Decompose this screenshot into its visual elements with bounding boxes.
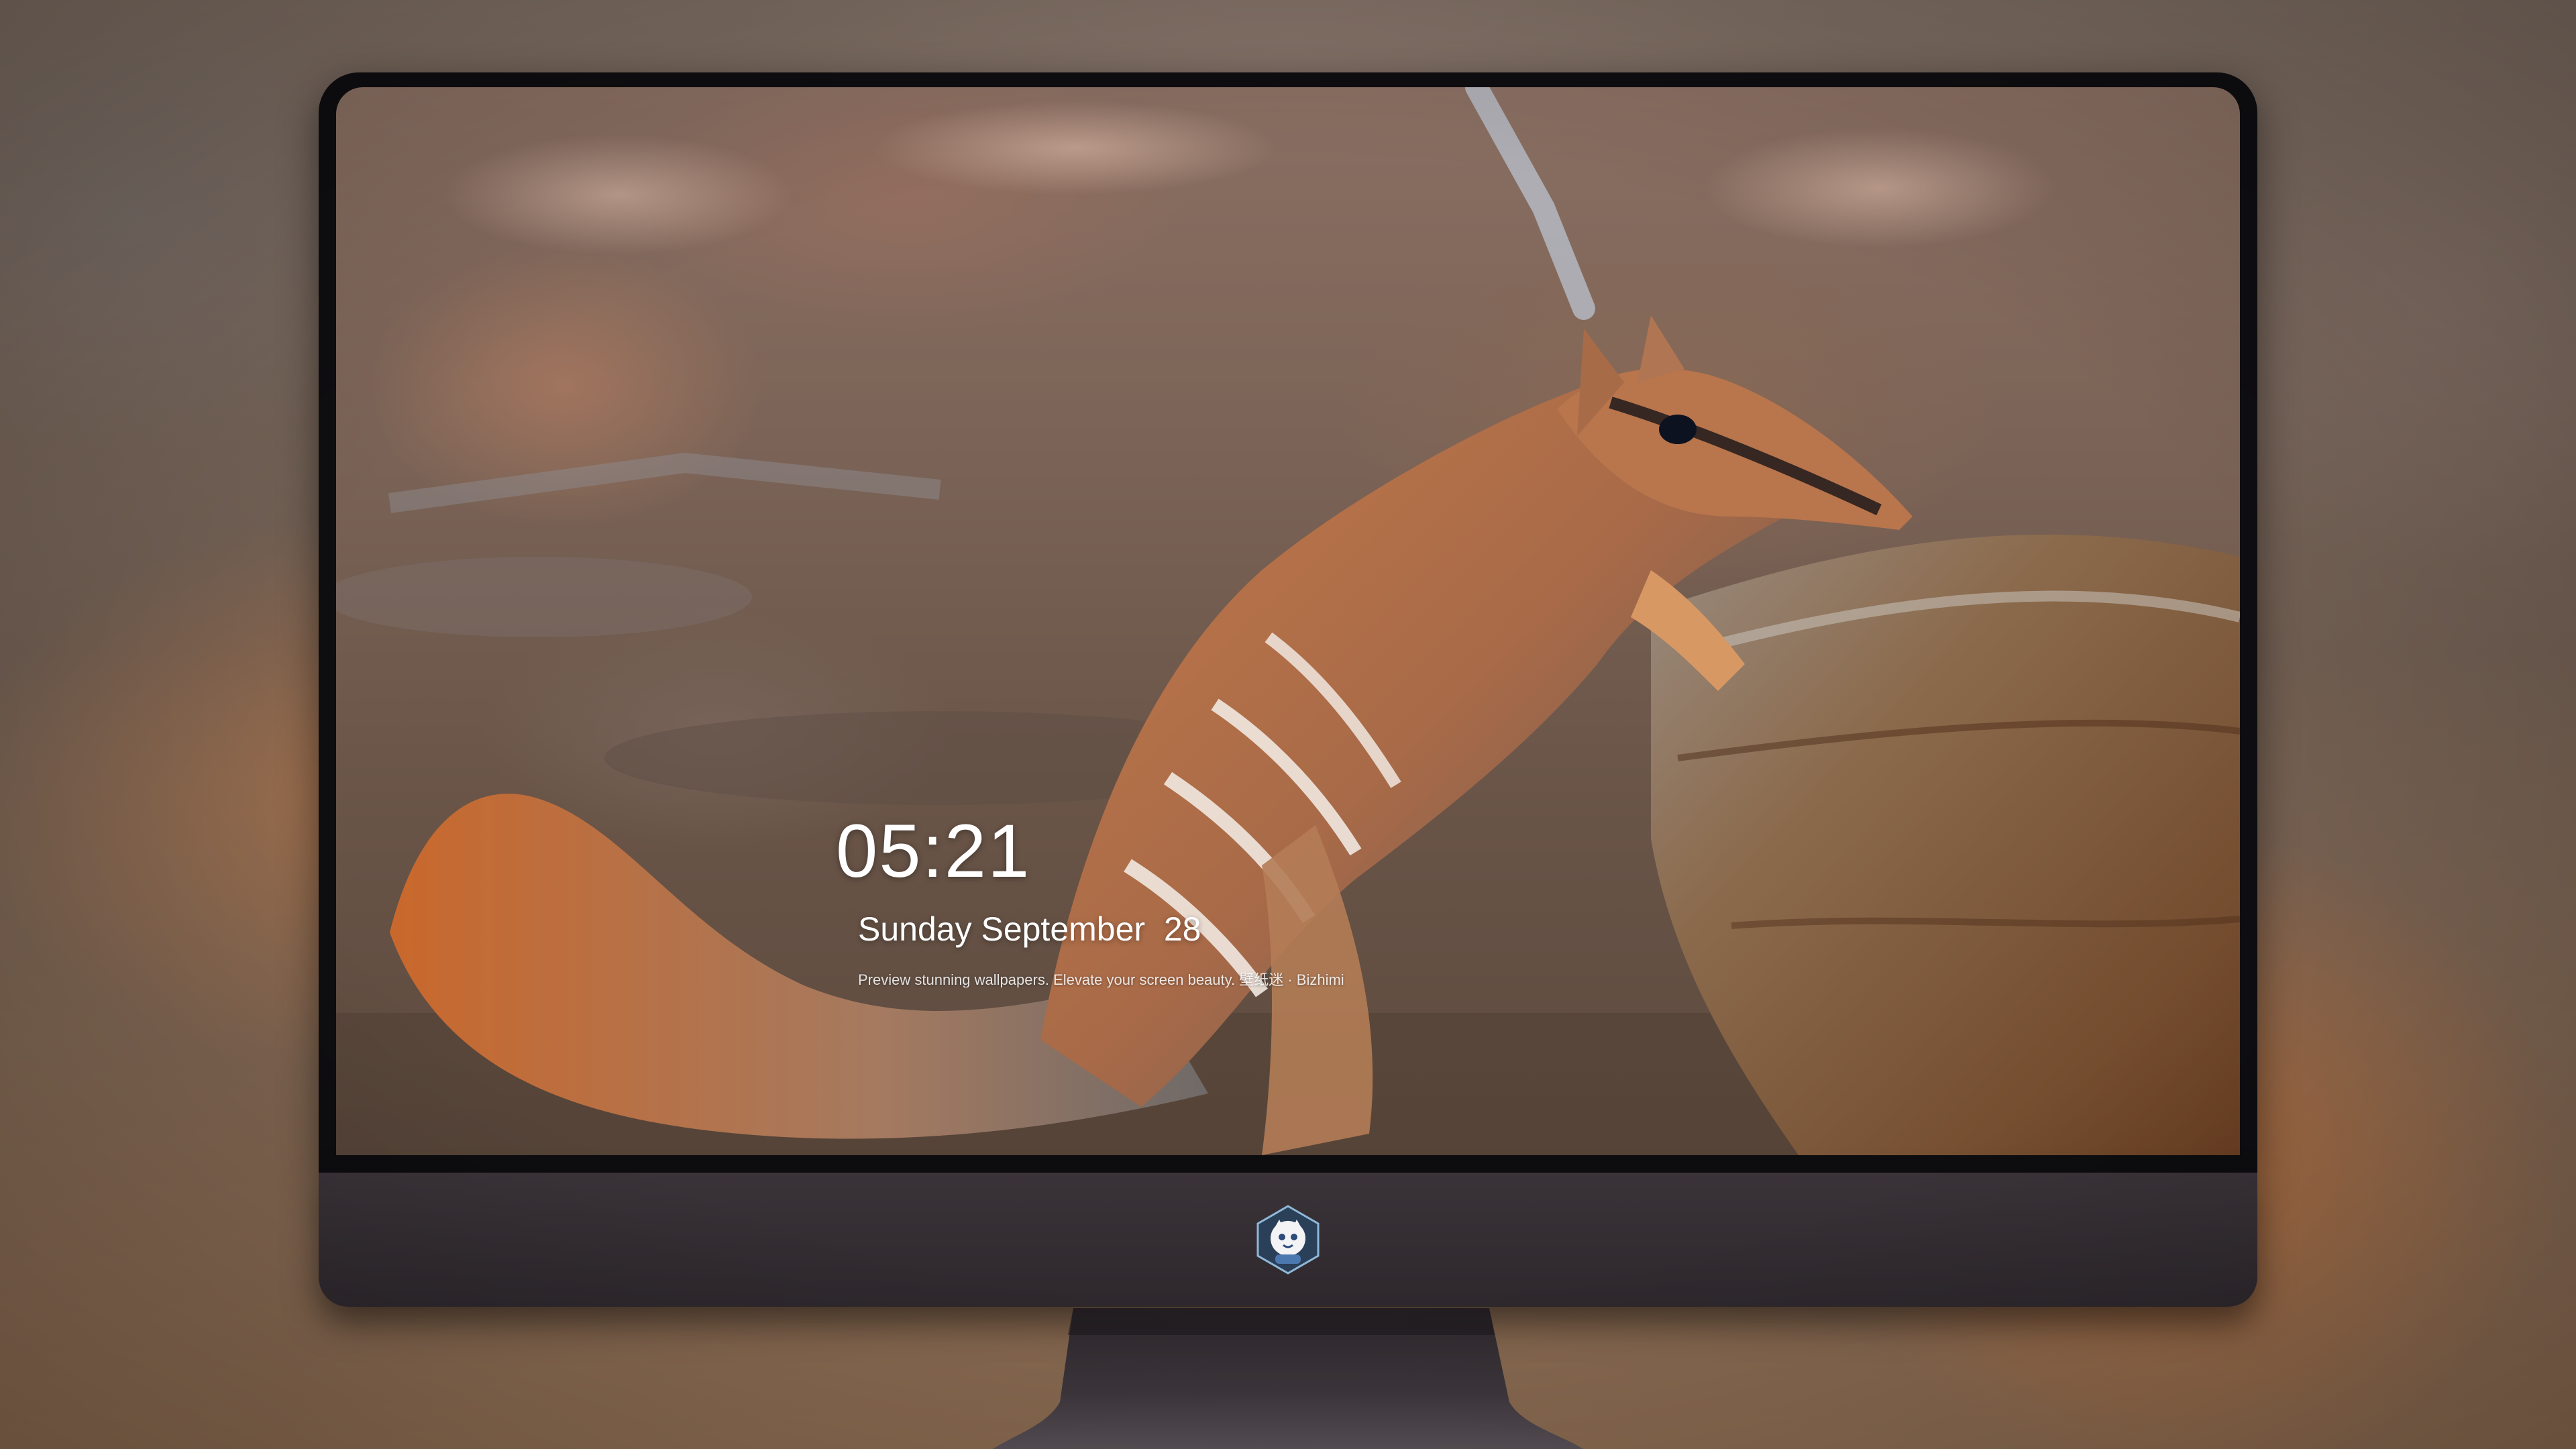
lock-screen[interactable]: 05:21 Sunday September 28 Preview stunni… — [336, 87, 2240, 1155]
monitor: 05:21 Sunday September 28 Preview stunni… — [319, 72, 2257, 1308]
monitor-chin — [319, 1173, 2257, 1307]
wallpaper-image — [336, 87, 2240, 1155]
monitor-stand — [993, 1308, 1583, 1449]
wallpaper-caption: Preview stunning wallpapers. Elevate you… — [858, 973, 1344, 987]
lock-screen-date: Sunday September 28 — [858, 910, 1201, 948]
lock-screen-time: 05:21 — [836, 809, 1031, 893]
background-blur: 05:21 Sunday September 28 Preview stunni… — [0, 0, 2576, 1449]
monitor-bezel: 05:21 Sunday September 28 Preview stunni… — [319, 72, 2257, 1173]
mascot-logo-icon — [1256, 1205, 1320, 1275]
